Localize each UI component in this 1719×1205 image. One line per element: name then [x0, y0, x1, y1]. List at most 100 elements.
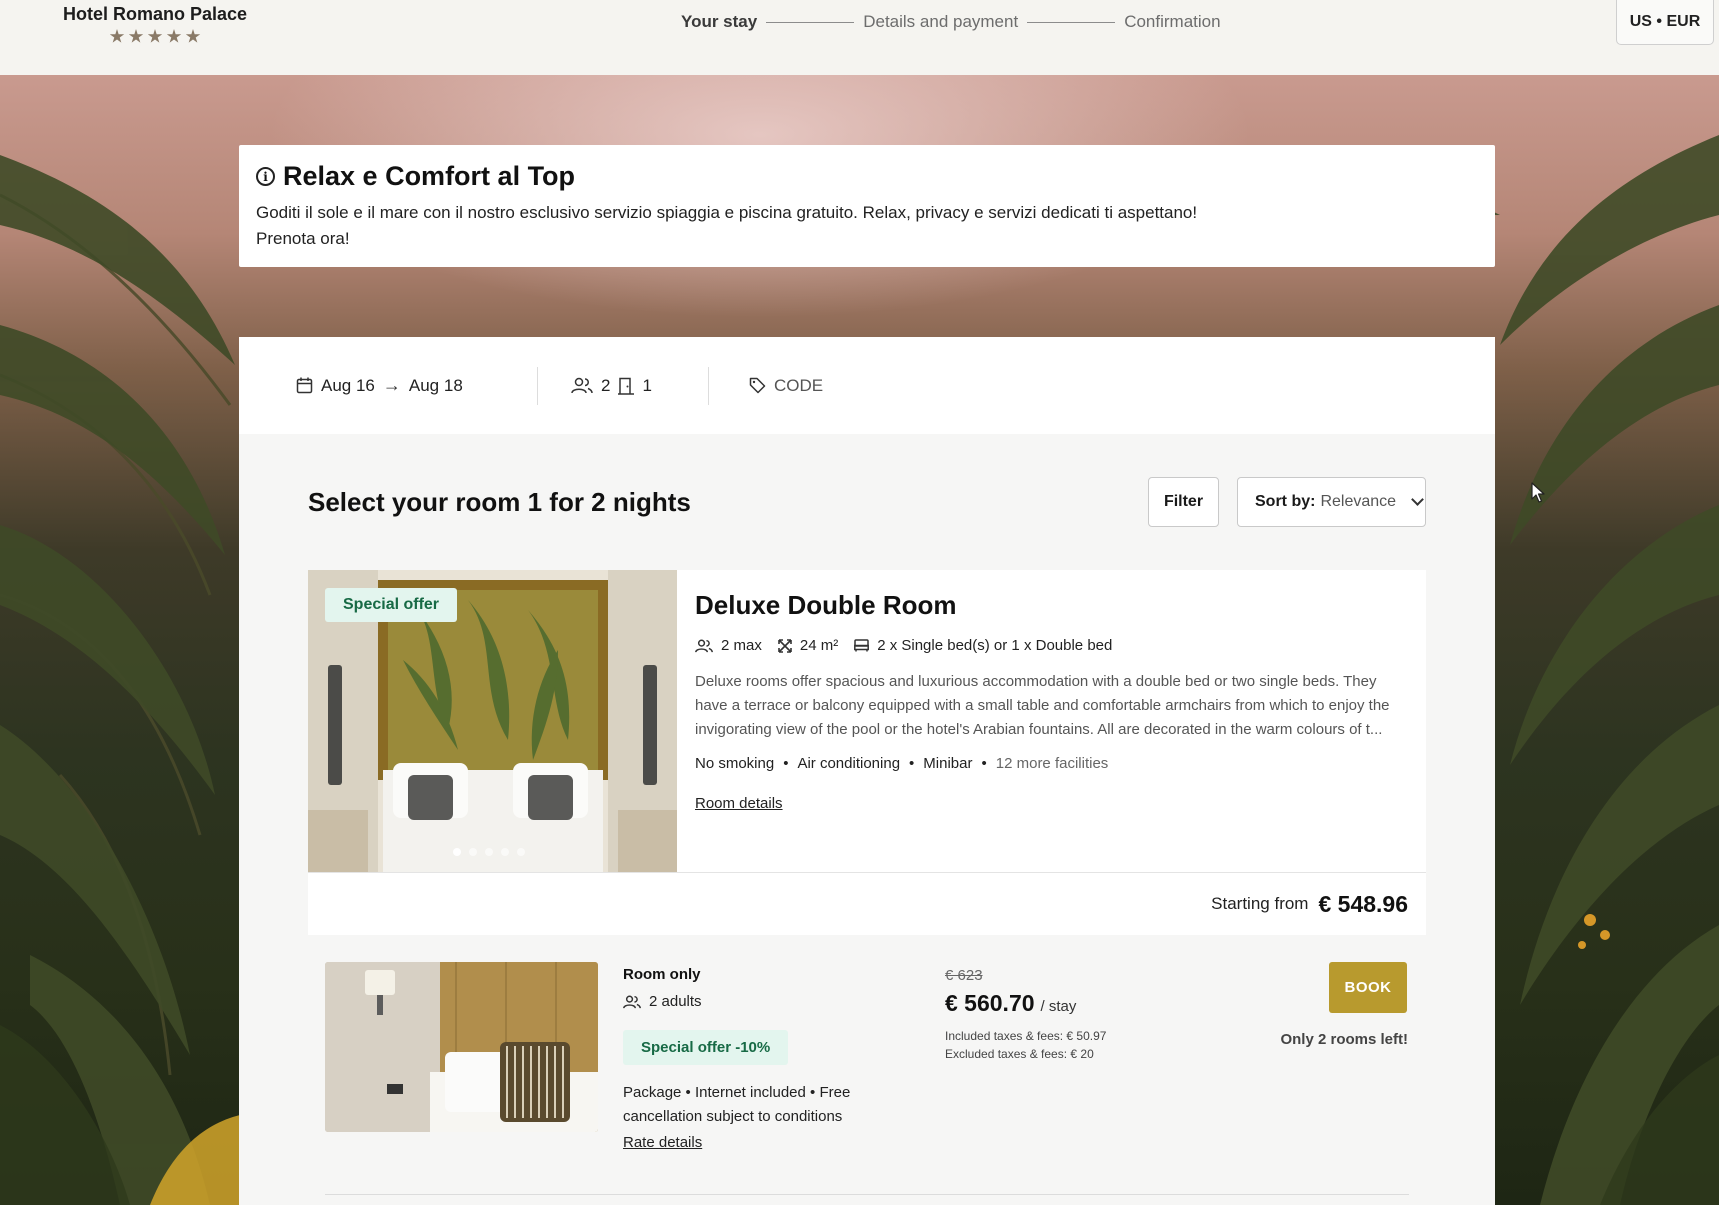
search-summary-bar: Aug 16 → Aug 18 2 1 CODE	[239, 337, 1495, 434]
star-icon	[185, 29, 201, 43]
hotel-stars	[52, 29, 258, 44]
tag-icon	[749, 377, 766, 394]
room-photo-carousel[interactable]: Special offer	[308, 570, 677, 872]
discount-badge: Special offer -10%	[623, 1030, 789, 1065]
filter-button[interactable]: Filter	[1148, 477, 1219, 527]
bed-icon	[854, 639, 870, 652]
carousel-dot[interactable]	[469, 848, 477, 856]
price-amount: € 560.70	[945, 990, 1035, 1016]
room-name: Deluxe Double Room	[695, 590, 957, 620]
step-details-payment: Details and payment	[863, 12, 1019, 31]
bullet-separator: •	[981, 755, 987, 772]
info-icon: i	[256, 167, 275, 186]
bed-config: 2 x Single bed(s) or 1 x Double bed	[877, 637, 1113, 654]
promo-code-field[interactable]: CODE	[749, 376, 823, 396]
star-icon	[147, 29, 163, 43]
special-offer-badge: Special offer	[325, 588, 458, 622]
bullet-separator: •	[783, 755, 789, 772]
availability-notice: Only 2 rooms left!	[1280, 1031, 1408, 1048]
rate-price-block: € 623 € 560.70 / stay Included taxes & f…	[945, 967, 1205, 1061]
guests-icon	[571, 377, 593, 394]
amenities-list: No smoking • Air conditioning • Minibar …	[695, 755, 1410, 772]
check-out-date: Aug 18	[408, 375, 463, 395]
chevron-down-icon	[1411, 493, 1424, 506]
excluded-taxes: Excluded taxes & fees: € 20	[945, 1047, 1094, 1061]
rate-name: Room only	[623, 966, 701, 983]
room-info: Deluxe Double Room 2 max 24 m² 2 x Singl…	[695, 590, 1410, 813]
rate-perks: Package • Internet included • Free cance…	[623, 1084, 851, 1125]
room-card: Special offer Deluxe Double Room 2 max 2…	[308, 570, 1426, 872]
rate-details-link[interactable]: Rate details	[623, 1134, 702, 1151]
check-in-date: Aug 16	[321, 375, 375, 395]
room-size: 24 m²	[799, 637, 839, 654]
guests-rooms-selector[interactable]: 2 1	[571, 376, 652, 396]
guests-count: 2	[601, 375, 611, 395]
promo-heading: i Relax e Comfort al Top	[256, 161, 1478, 192]
bullet-separator: •	[909, 755, 915, 772]
guests-icon	[695, 639, 713, 652]
current-price: € 560.70 / stay	[945, 990, 1205, 1017]
amenity: No smoking	[695, 755, 775, 772]
door-icon	[618, 377, 635, 395]
max-guests: 2 max	[721, 637, 762, 654]
carousel-dot[interactable]	[501, 848, 509, 856]
step-connector	[1027, 21, 1116, 23]
price-unit: / stay	[1040, 998, 1077, 1015]
room-facts: 2 max 24 m² 2 x Single bed(s) or 1 x Dou…	[695, 637, 1410, 654]
results-panel: Select your room 1 for 2 nights Filter S…	[239, 434, 1495, 1205]
rate-adults: 2 adults	[649, 993, 702, 1010]
sort-label: Sort by:	[1255, 493, 1316, 510]
step-your-stay: Your stay	[681, 12, 758, 31]
date-range-picker[interactable]: Aug 16 → Aug 18	[296, 375, 463, 396]
arrow-right-icon: →	[382, 375, 401, 395]
room-size-fact: 24 m²	[778, 637, 838, 654]
mouse-cursor-icon	[1531, 482, 1545, 503]
star-icon	[109, 29, 125, 43]
hotel-brand[interactable]: Hotel Romano Palace	[52, 4, 258, 44]
calendar-icon	[296, 377, 313, 394]
more-facilities-link[interactable]: 12 more facilities	[996, 755, 1109, 772]
beds-fact: 2 x Single bed(s) or 1 x Double bed	[854, 637, 1112, 654]
carousel-dot[interactable]	[453, 848, 461, 856]
book-button[interactable]: BOOK	[1329, 962, 1407, 1013]
starting-from-label: Starting from	[1211, 894, 1309, 913]
divider	[708, 367, 709, 405]
rate-occupancy: 2 adults	[623, 993, 913, 1010]
room-description: Deluxe rooms offer spacious and luxuriou…	[695, 673, 1390, 738]
rate-photo	[325, 962, 598, 1132]
divider	[325, 1194, 1409, 1195]
room-details-link[interactable]: Room details	[695, 795, 783, 812]
rate-room-photo	[325, 962, 598, 1132]
step-confirmation: Confirmation	[1124, 12, 1221, 31]
original-price: € 623	[945, 967, 983, 984]
star-icon	[166, 29, 182, 43]
carousel-dot[interactable]	[517, 848, 525, 856]
carousel-dots	[453, 848, 525, 856]
booking-steps: Your stay Details and payment Confirmati…	[681, 12, 1221, 32]
results-title: Select your room 1 for 2 nights	[308, 487, 691, 517]
expand-icon	[778, 638, 792, 653]
step-connector	[766, 21, 855, 23]
top-bar: Hotel Romano Palace Your stay Details an…	[0, 0, 1719, 75]
promo-title: Relax e Comfort al Top	[283, 161, 576, 191]
sort-value: Relevance	[1320, 493, 1397, 510]
rate-info: Room only 2 adults Special offer -10% Pa…	[623, 966, 913, 1152]
amenity: Air conditioning	[797, 755, 901, 772]
amenity: Minibar	[923, 755, 973, 772]
starting-price: € 548.96	[1318, 890, 1408, 917]
locale-currency-button[interactable]: US • EUR	[1616, 0, 1714, 45]
included-taxes: Included taxes & fees: € 50.97	[945, 1029, 1107, 1043]
promo-banner: i Relax e Comfort al Top Goditi il sole …	[239, 145, 1495, 267]
carousel-dot[interactable]	[485, 848, 493, 856]
divider	[537, 367, 538, 405]
star-icon	[128, 29, 144, 43]
rooms-count: 1	[642, 375, 652, 395]
promo-code-placeholder: CODE	[774, 375, 824, 395]
rate-option: Room only 2 adults Special offer -10% Pa…	[308, 935, 1426, 1205]
max-guests-fact: 2 max	[695, 637, 762, 654]
starting-price-row: Starting from € 548.96	[308, 872, 1426, 935]
hotel-name: Hotel Romano Palace	[62, 4, 248, 24]
sort-dropdown[interactable]: Sort by: Relevance	[1237, 477, 1426, 527]
promo-text: Goditi il sole e il mare con il nostro e…	[256, 203, 1198, 248]
guests-icon	[623, 995, 641, 1008]
